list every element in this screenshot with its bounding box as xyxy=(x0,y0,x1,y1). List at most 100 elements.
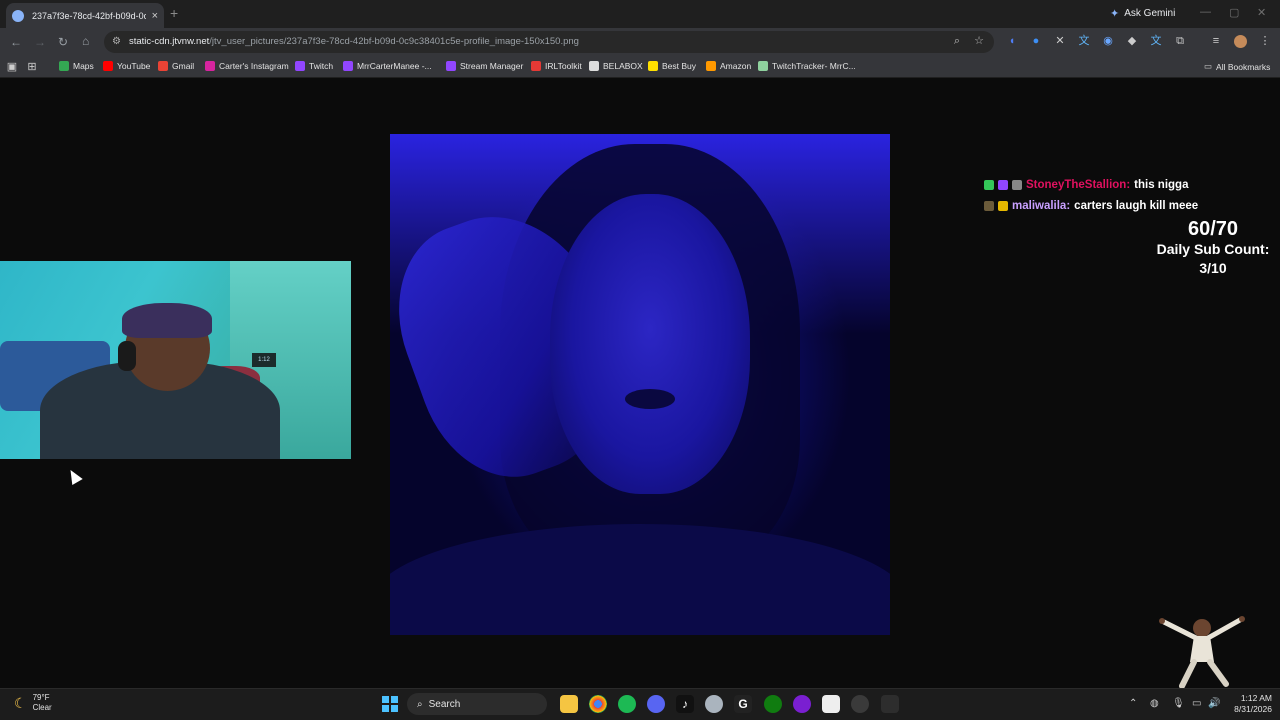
chrome-icon[interactable] xyxy=(589,695,607,713)
back-icon[interactable]: ← xyxy=(10,35,22,49)
app-shield-icon[interactable] xyxy=(705,695,723,713)
webcam-overlay: 1:12 xyxy=(0,261,351,459)
system-clock[interactable]: 1:12 AM 8/31/2026 xyxy=(1222,693,1272,715)
chat-username: maliwalila: xyxy=(1012,200,1071,212)
obs-icon[interactable] xyxy=(851,695,869,713)
menu-kebab-icon[interactable]: ⋮ xyxy=(1258,34,1272,48)
discord-icon[interactable] xyxy=(647,695,665,713)
chat-message: StoneyTheStallion: this nigga xyxy=(984,179,1188,191)
tab-groups-icon[interactable]: ▣ xyxy=(5,60,19,74)
weather-temperature: 79°F xyxy=(32,693,50,702)
reload-icon[interactable]: ↻ xyxy=(58,35,68,49)
tiktok-icon[interactable]: ♪ xyxy=(676,695,694,713)
gmail-icon xyxy=(158,61,168,71)
minimize-icon[interactable]: — xyxy=(1200,6,1211,18)
chat-badge-icon xyxy=(998,180,1008,190)
extension-blue-icon[interactable]: ◉ xyxy=(1101,34,1115,48)
url-text[interactable]: static-cdn.jtvnw.net/jtv_user_pictures/2… xyxy=(129,36,579,47)
taskbar xyxy=(0,688,1280,720)
daily-sub-label: Daily Sub Count: xyxy=(1156,241,1270,257)
bookmark-item[interactable]: TwitchTracker- MrrC... xyxy=(758,61,856,71)
bookmark-item[interactable]: MrrCarterManee -... xyxy=(343,61,432,71)
zoom-icon[interactable]: ⌕ xyxy=(950,34,964,48)
irltoolkit-icon xyxy=(531,61,541,71)
youtube-icon xyxy=(103,61,113,71)
mouse-cursor-icon xyxy=(65,466,83,486)
clock-date: 8/31/2026 xyxy=(1234,704,1272,714)
file-explorer-icon[interactable] xyxy=(560,695,578,713)
spotify-icon[interactable] xyxy=(618,695,636,713)
bookmark-item[interactable]: Amazon xyxy=(706,61,751,71)
bookmark-item[interactable]: Best Buy xyxy=(648,61,696,71)
home-icon[interactable]: ⌂ xyxy=(82,34,89,48)
g-app-icon[interactable]: G xyxy=(734,695,752,713)
extension-translate-icon[interactable]: 文 xyxy=(1077,34,1091,48)
display-icon[interactable]: ▭ xyxy=(1192,698,1201,709)
search-icon: ⌕ xyxy=(417,698,423,710)
app-c-icon[interactable] xyxy=(793,695,811,713)
moon-icon: ☾ xyxy=(14,694,27,711)
bookmark-item[interactable]: Maps xyxy=(59,61,94,71)
taskbar-search[interactable]: ⌕ Search xyxy=(407,693,547,715)
extension-drop-icon[interactable]: ◆ xyxy=(1125,34,1139,48)
bookmark-item[interactable]: YouTube xyxy=(103,61,150,71)
weather-condition: Clear xyxy=(32,703,52,712)
app-dark-icon[interactable] xyxy=(881,695,899,713)
gemini-spark-icon: ✦ xyxy=(1110,8,1120,20)
close-tab-icon[interactable]: × xyxy=(152,10,158,22)
all-bookmarks-button[interactable]: ▭ All Bookmarks xyxy=(1204,61,1270,72)
bookmark-label: Maps xyxy=(73,61,94,71)
tray-app-icon[interactable]: ◍ xyxy=(1150,698,1159,709)
forward-icon[interactable]: → xyxy=(34,35,46,49)
all-bookmarks-label: All Bookmarks xyxy=(1216,61,1271,72)
bookmark-item[interactable]: BELABOX xyxy=(589,61,643,71)
bookmark-label: IRLToolkit xyxy=(545,61,582,71)
bookmark-item[interactable]: Gmail xyxy=(158,61,194,71)
url-host: static-cdn.jtvnw.net xyxy=(129,36,210,47)
twitchtracker-icon xyxy=(758,61,768,71)
extensions-puzzle-icon[interactable]: ⧉ xyxy=(1173,34,1187,48)
app-box-icon[interactable] xyxy=(822,695,840,713)
profile-avatar[interactable] xyxy=(1234,35,1247,48)
search-label: Search xyxy=(428,698,461,710)
apps-grid-icon[interactable]: ⊞ xyxy=(25,60,39,74)
daily-sub-value: 3/10 xyxy=(1199,260,1227,276)
chat-message: maliwalila: carters laugh kill meee xyxy=(984,200,1198,212)
bookmark-star-icon[interactable]: ☆ xyxy=(972,34,986,48)
bookmark-item[interactable]: Twitch xyxy=(295,61,333,71)
bookmark-label: Gmail xyxy=(172,61,195,71)
weather-widget[interactable]: ☾ 79°F Clear xyxy=(14,693,52,713)
maximize-icon[interactable]: ▢ xyxy=(1229,6,1239,19)
reading-list-icon[interactable]: ≡ xyxy=(1209,34,1223,48)
bookmark-item[interactable]: Carter's Instagram xyxy=(205,61,289,71)
bookmark-item[interactable]: Stream Manager xyxy=(446,61,523,71)
tab-title: 237a7f3e-78cd-42bf-b09d-0c9 xyxy=(32,10,146,21)
extension-tool-icon[interactable]: 文 xyxy=(1149,34,1163,48)
tray-overflow-icon[interactable]: ⌃ xyxy=(1129,698,1137,709)
bookmark-label: MrrCarterManee -... xyxy=(357,61,432,71)
bookmark-item[interactable]: IRLToolkit xyxy=(531,61,582,71)
mute-tab-icon[interactable]: ✕ xyxy=(1053,34,1067,48)
site-info-icon[interactable]: ⚙ xyxy=(112,36,121,47)
microphone-icon[interactable]: 🎙 xyxy=(1172,698,1185,709)
browser-tab[interactable]: 237a7f3e-78cd-42bf-b09d-0c9 × xyxy=(6,3,164,28)
bookmark-label: TwitchTracker- MrrC... xyxy=(772,61,856,71)
close-window-icon[interactable]: ✕ xyxy=(1257,6,1266,19)
instagram-icon xyxy=(205,61,215,71)
volume-icon[interactable]: 🔊 xyxy=(1208,698,1220,709)
new-tab-button[interactable]: + xyxy=(170,5,178,21)
ask-gemini-button[interactable]: ✦ Ask Gemini xyxy=(1110,7,1175,20)
bookmark-label: Amazon xyxy=(720,61,752,71)
windows-start-icon[interactable] xyxy=(381,695,399,713)
chat-badge-icon xyxy=(984,201,994,211)
extension-audio-icon[interactable]: ◖ xyxy=(1005,34,1019,48)
bookmark-label: Twitch xyxy=(309,61,334,71)
folder-icon: ▭ xyxy=(1204,61,1213,71)
xbox-icon[interactable] xyxy=(764,695,782,713)
bookmark-label: BELABOX xyxy=(603,61,643,71)
url-path: /jtv_user_pictures/237a7f3e-78cd-42bf-b0… xyxy=(209,36,579,47)
chat-badge-icon xyxy=(1012,180,1022,190)
extension-shazam-icon[interactable]: ● xyxy=(1029,34,1043,48)
maps-icon xyxy=(59,61,69,71)
amazon-icon xyxy=(706,61,716,71)
